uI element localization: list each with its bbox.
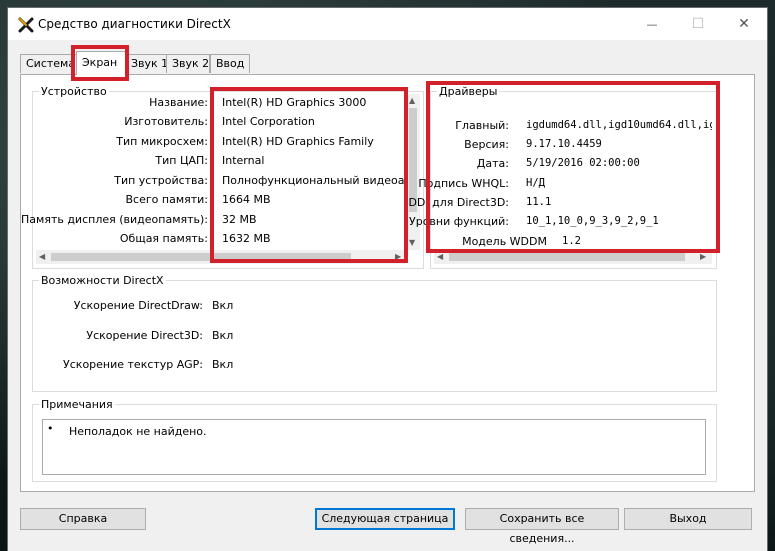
next-page-button[interactable]: Следующая страница xyxy=(315,508,455,530)
help-button[interactable]: Справка xyxy=(20,508,146,530)
device-label-manufacturer: Изготовитель: xyxy=(124,115,208,128)
feature-value-direct3d: Вкл xyxy=(212,329,234,342)
feature-value-agp: Вкл xyxy=(212,358,234,371)
highlight-drivers xyxy=(426,81,720,253)
highlight-device-values xyxy=(210,87,408,263)
save-all-button[interactable]: Сохранить все сведения... xyxy=(465,508,619,545)
notes-item: Неполадок не найдено. xyxy=(69,425,207,438)
close-button[interactable]: ✕ xyxy=(721,8,767,40)
feature-label-direct3d: Ускорение Direct3D: xyxy=(86,329,203,342)
device-label-display-memory: Память дисплея (видеопамять): xyxy=(21,213,208,226)
feature-value-directdraw: Вкл xyxy=(212,299,234,312)
device-group-title: Устройство xyxy=(39,85,109,98)
bullet-icon: • xyxy=(47,422,54,435)
device-label-chip-type: Тип микросхем: xyxy=(116,135,208,148)
feature-label-agp: Ускорение текстур AGP: xyxy=(63,358,203,371)
directx-features-title: Возможности DirectX xyxy=(39,274,166,287)
maximize-button[interactable]: ☐ xyxy=(675,8,721,40)
highlight-display-tab xyxy=(71,45,129,81)
scroll-up-icon[interactable]: ▲ xyxy=(409,96,415,106)
minimize-icon: — xyxy=(646,17,658,31)
tab-input[interactable]: Ввод xyxy=(210,54,250,73)
scroll-right-icon[interactable]: ▶ xyxy=(700,252,706,262)
scroll-left-icon[interactable]: ◀ xyxy=(39,252,45,262)
device-label-name: Название: xyxy=(149,96,208,109)
scroll-down-icon[interactable]: ▼ xyxy=(409,238,415,248)
tab-sound-1[interactable]: Звук 1 xyxy=(124,54,170,73)
notes-textbox[interactable]: • Неполадок не найдено. xyxy=(42,419,706,475)
scroll-left-icon[interactable]: ◀ xyxy=(437,252,443,262)
tab-system[interactable]: Система xyxy=(20,54,78,73)
maximize-icon: ☐ xyxy=(691,16,705,32)
feature-label-directdraw: Ускорение DirectDraw: xyxy=(73,299,203,312)
device-label-total-memory: Всего памяти: xyxy=(125,193,208,206)
minimize-button[interactable]: — xyxy=(629,8,675,40)
window-title: Средство диагностики DirectX xyxy=(38,17,231,31)
tab-sound-2[interactable]: Звук 2 xyxy=(166,54,210,73)
device-label-device-type: Тип устройства: xyxy=(114,174,208,187)
notes-title: Примечания xyxy=(39,398,115,411)
device-label-shared-memory: Общая память: xyxy=(119,232,208,245)
title-bar: Средство диагностики DirectX — ☐ ✕ xyxy=(8,8,767,40)
close-icon: ✕ xyxy=(738,16,750,32)
drivers-horizontal-scroll-thumb[interactable] xyxy=(449,253,685,261)
directx-icon xyxy=(18,17,34,33)
exit-button[interactable]: Выход xyxy=(624,508,752,530)
dxdiag-window: Средство диагностики DirectX — ☐ ✕ Систе… xyxy=(8,8,767,551)
device-label-dac-type: Тип ЦАП: xyxy=(155,154,208,167)
